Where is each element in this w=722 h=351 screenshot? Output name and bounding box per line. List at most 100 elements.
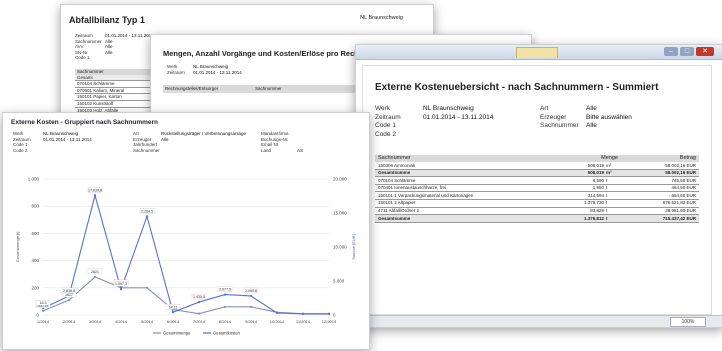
series-point bbox=[119, 288, 123, 291]
meta-label: Sachnummer bbox=[540, 122, 579, 129]
doc3-cell-betrag: 58.002,16 EUR bbox=[665, 162, 696, 168]
window-titlebar[interactable]: – □ ✕ bbox=[356, 45, 722, 60]
y-left-axis-label: Gesamtmenge [t] bbox=[15, 232, 20, 263]
meta-label: Erzeuger bbox=[540, 113, 567, 121]
doc3-cell-name: 070401 Ionenaustauschharze, frei bbox=[378, 185, 447, 191]
doc3-sheet: Externe Kostenuebersicht - nach Sachnumm… bbox=[362, 65, 712, 315]
zoom-select[interactable]: 100% bbox=[670, 317, 706, 327]
doc3-meta-left: Werk NL Braunschweig Zeitraum 01.01.2014 - … bbox=[375, 105, 540, 139]
meta-value: Bitte auswählen bbox=[586, 113, 632, 121]
doc3-cell-unit: t bbox=[606, 192, 608, 198]
doc3-cell-unit: t bbox=[606, 215, 608, 221]
y-left-tick-label: 600 bbox=[31, 231, 39, 236]
series-point bbox=[145, 215, 149, 218]
minimize-button[interactable]: – bbox=[664, 47, 678, 56]
doc1-org: NL Braunschweig bbox=[360, 15, 403, 21]
doc3-cell-unit: t bbox=[606, 185, 608, 191]
meta-value: NL Braunschweig bbox=[423, 105, 474, 112]
meta-row: Code 2 bbox=[13, 148, 133, 154]
doc3-cell-menge: 1.378,730 bbox=[583, 200, 604, 206]
y-right-tick-label: 10.000 bbox=[333, 245, 347, 250]
maximize-button[interactable]: □ bbox=[680, 47, 694, 56]
doc3-row: Gesamtsumme 508,019 m³ 58.002,16 EUR bbox=[375, 169, 699, 178]
meta-label: Sachnummer bbox=[133, 147, 160, 153]
point-label: 16.3 bbox=[40, 301, 47, 305]
doc3-cell-name: 150101 2 Altpapier bbox=[378, 200, 416, 206]
series-point bbox=[41, 309, 45, 313]
y-right-tick-label: 15.000 bbox=[333, 211, 347, 216]
meta-row: Code 2 bbox=[375, 131, 540, 140]
doc3-cell-unit: t bbox=[606, 177, 608, 183]
series-point bbox=[327, 312, 331, 316]
doc3-cell-betrag: 676.521,82 EUR bbox=[662, 200, 696, 206]
window-tab[interactable] bbox=[516, 47, 558, 58]
doc3-cell-betrag: 464,50 EUR bbox=[671, 185, 696, 191]
meta-row: Land AS bbox=[261, 148, 303, 154]
doc3-cell-name: 150306 Ammoniak bbox=[378, 162, 416, 168]
point-label: 2.977,5 bbox=[219, 288, 231, 292]
x-tick-label: 6/2014 bbox=[167, 319, 180, 324]
x-tick-label: 5/2014 bbox=[141, 319, 154, 324]
doc3-cell-menge: 1.376,812 bbox=[583, 215, 604, 221]
y-right-tick-label: 20.000 bbox=[333, 177, 347, 182]
doc3-title: Externe Kostenuebersicht - nach Sachnumm… bbox=[375, 82, 659, 93]
doc3-col-sachnummer: Sachnummer bbox=[378, 155, 411, 161]
legend-label: Gesamtmenge bbox=[163, 331, 191, 336]
doc-externe-kosten[interactable]: Externe Kosten - Gruppiert nach Sachnumm… bbox=[2, 112, 370, 350]
meta-label: Land bbox=[261, 147, 272, 153]
series-point bbox=[223, 293, 227, 296]
doc3-cell-betrag: 715.437,42 EUR bbox=[662, 215, 696, 221]
meta-label: Code 1 bbox=[75, 55, 90, 61]
meta-row: Werk NL Braunschweig bbox=[375, 105, 540, 114]
doc3-cell-menge: 314,594 bbox=[587, 192, 604, 198]
doc1-col-header-label: Sachnummer bbox=[77, 68, 104, 74]
point-label: 1.597,3 bbox=[115, 282, 127, 286]
point-label: 1.930,5 bbox=[193, 295, 205, 299]
doc3-cell-unit: t bbox=[606, 200, 608, 206]
doc3-cell-menge: 6,590 bbox=[592, 177, 604, 183]
meta-row: Code 1 bbox=[375, 122, 540, 131]
point-label: 17.639,8 bbox=[88, 188, 102, 192]
doc3-row: 150306 Ammoniak 508,019 m³ 58.002,16 EUR bbox=[375, 162, 699, 170]
doc3-row: Gesamtsumme 1.376,812 t 715.437,42 EUR bbox=[375, 215, 699, 223]
close-button[interactable]: ✕ bbox=[696, 47, 714, 56]
y-right-tick-label: 0 bbox=[333, 313, 336, 318]
doc3-col-betrag: Betrag bbox=[679, 155, 696, 161]
viewer-window[interactable]: – □ ✕ Externe Kostenuebersicht - nach Sa… bbox=[355, 44, 722, 328]
x-tick-label: 3/2014 bbox=[89, 319, 102, 324]
doc3-row: 070104 Schlämme 6,590 t 745,50 EUR bbox=[375, 177, 699, 185]
series-point bbox=[197, 312, 201, 315]
meta-value: 01.01.2014 - 13.11.2014 bbox=[43, 136, 92, 142]
doc2-col: Rechnungsteller/Entsorger bbox=[165, 86, 219, 92]
meta-label: Code 2 bbox=[13, 147, 28, 153]
x-tick-label: 4/2014 bbox=[115, 319, 128, 324]
doc3-cell-name: 150101 1 Verpackungsmaterial und Kartona… bbox=[378, 192, 474, 198]
x-tick-label: 9/2014 bbox=[245, 319, 258, 324]
meta-value: Alle bbox=[586, 105, 597, 112]
y-left-tick-label: 800 bbox=[31, 204, 39, 209]
meta-row: Erzeuger Bitte auswählen bbox=[540, 114, 632, 123]
series-point bbox=[93, 275, 97, 279]
y-left-tick-label: 200 bbox=[31, 285, 39, 290]
doc3-cell-betrag: 38.981,60 EUR bbox=[665, 208, 696, 214]
x-tick-label: 7/2014 bbox=[193, 319, 206, 324]
x-tick-label: 12/2014 bbox=[322, 319, 337, 324]
doc3-row: 150101 2 Altpapier 1.378,730 t 676.521,82 E… bbox=[375, 200, 699, 208]
series-point bbox=[145, 286, 149, 289]
doc3-cell-menge: 83,829 bbox=[590, 208, 604, 214]
point-label: 2821 bbox=[91, 270, 99, 274]
meta-row: Zeitraum 01.01.2014 - 13.11.2014 bbox=[375, 114, 540, 123]
x-tick-label: 11/2014 bbox=[296, 319, 311, 324]
doc3-table-header: Sachnummer Menge Betrag bbox=[375, 155, 699, 162]
doc3-cell-name: 070104 Schlämme bbox=[378, 177, 416, 183]
doc3-rows: 150306 Ammoniak 508,019 m³ 58.002,16 EUR Ges… bbox=[375, 162, 699, 223]
meta-value: Alle bbox=[161, 136, 169, 142]
meta-row: Sachnummer Alle bbox=[540, 122, 632, 131]
doc3-cell-name: Gesamtsumme bbox=[378, 215, 411, 221]
meta-value: 01.01.2014 - 13.11.2014 bbox=[193, 69, 242, 75]
doc3-cell-menge: 1,950 bbox=[592, 185, 604, 191]
point-label: 2.264,5 bbox=[141, 209, 153, 213]
series-point bbox=[275, 311, 279, 315]
series-point bbox=[197, 300, 201, 304]
series-point bbox=[67, 298, 71, 302]
